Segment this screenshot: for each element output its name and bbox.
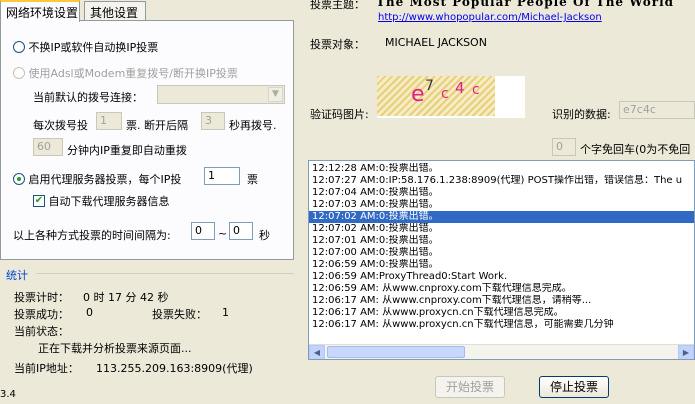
dial-every-prefix: 每次拨号投 xyxy=(33,119,88,132)
log-lines: 12:12:28 AM:0:投票出错。 12:07:27 AM:0:IP:58.… xyxy=(309,161,694,331)
auto-download-label: 自动下载代理服务器信息 xyxy=(48,195,170,208)
scroll-left-icon[interactable]: ◀ xyxy=(309,345,325,359)
log-line[interactable]: 12:07:04 AM:0:投票出错。 xyxy=(309,187,694,199)
recognized-label: 识别的数据: xyxy=(552,108,611,121)
log-line[interactable]: 12:06:59 AM: 从www.cnproxy.com下载代理信息完成。 xyxy=(309,283,694,295)
log-list[interactable]: 12:12:28 AM:0:投票出错。 12:07:27 AM:0:IP:58.… xyxy=(308,160,695,360)
log-line[interactable]: 12:12:28 AM:0:投票出错。 xyxy=(309,163,694,175)
vote-url-link[interactable]: http://www.whopopular.com/Michael-Jackso… xyxy=(378,12,602,23)
recognized-input[interactable]: e7c4c xyxy=(619,101,695,119)
captcha-char: 4 xyxy=(455,79,465,97)
dial-connection-select[interactable]: ▼ xyxy=(157,85,285,104)
radio-no-change-ip[interactable] xyxy=(13,41,25,53)
start-vote-button[interactable]: 开始投票 xyxy=(435,376,505,398)
log-line[interactable]: 12:07:00 AM:0:投票出错。 xyxy=(309,247,694,259)
log-horizontal-scrollbar[interactable]: ◀ ▶ xyxy=(309,344,694,359)
stats-status-value: 正在下载并分析投票来源页面... xyxy=(38,342,192,355)
captcha-char: e xyxy=(411,82,425,107)
captcha-char: 7 xyxy=(425,78,434,94)
captcha-char: c xyxy=(472,82,480,98)
dial-wait-suffix: 秒再拨号. xyxy=(229,119,277,132)
proxy-votes-input[interactable]: 1 xyxy=(204,167,240,185)
scrollbar-thumb[interactable] xyxy=(327,346,465,358)
stats-divider xyxy=(36,273,294,274)
captcha-image: e 7 c 4 c xyxy=(377,76,525,118)
stats-success-label: 投票成功： xyxy=(14,308,69,321)
captcha-label: 验证码图片: xyxy=(310,108,369,121)
interval-tilde: ~ xyxy=(218,227,228,240)
chevron-down-icon[interactable]: ▼ xyxy=(268,87,283,102)
repeat-suffix: 分钟内IP重复即自动重拨 xyxy=(67,144,187,157)
stats-fail-label: 投票失败： xyxy=(152,308,207,321)
nocaptcha-label: 个字免回车(0为不免回 xyxy=(580,143,691,156)
stats-ip-value: 113.255.209.163:8909(代理) xyxy=(96,362,253,375)
version-label: 3.4 xyxy=(0,389,16,400)
log-line[interactable]: 12:07:01 AM:0:投票出错。 xyxy=(309,235,694,247)
option-no-change-ip-label: 不换IP或软件自动换IP投票 xyxy=(28,41,159,54)
vote-subject-label: 投票主题： xyxy=(310,0,365,11)
dial-every-votes-input[interactable]: 1 xyxy=(96,112,122,130)
option-adsl-redial-label: 使用Adsl或Modem重复拨号/断开换IP投票 xyxy=(28,67,238,80)
log-line[interactable]: 12:07:02 AM:0:投票出错。 xyxy=(309,223,694,235)
interval-min-input[interactable]: 0 xyxy=(191,222,215,240)
vote-subject-value: The Most Popular People Of The World xyxy=(376,0,675,9)
auto-download-option[interactable]: ✔ 自动下载代理服务器信息 xyxy=(33,193,170,209)
stats-success-value: 0 xyxy=(86,306,93,319)
log-line[interactable]: 12:06:17 AM: 从www.proxycn.cn下载代理信息完成。 xyxy=(309,307,694,319)
interval-unit: 秒 xyxy=(259,229,270,242)
scroll-right-icon[interactable]: ▶ xyxy=(678,345,694,359)
nocaptcha-count-input[interactable]: 0 xyxy=(552,138,576,156)
dial-every-mid: 票. 断开后隔 xyxy=(126,119,188,132)
log-line[interactable]: 12:06:59 AM:0:投票出错。 xyxy=(309,259,694,271)
tab-other-settings[interactable]: 其他设置 xyxy=(84,1,146,21)
check-icon[interactable]: ✔ xyxy=(33,195,45,207)
log-line[interactable]: 12:06:17 AM: 从www.cnproxy.com下载代理信息，请稍等.… xyxy=(309,295,694,307)
proxy-votes-suffix: 票 xyxy=(247,173,258,186)
vote-target-label: 投票对象： xyxy=(310,38,365,51)
log-line-selected[interactable]: 12:07:02 AM:0:投票出错。 xyxy=(309,211,694,223)
interval-label: 以上各种方式投票的时间间隔为: xyxy=(13,229,171,242)
stats-title: 统计 xyxy=(6,269,28,282)
log-line[interactable]: 12:07:03 AM:0:投票出错。 xyxy=(309,199,694,211)
network-settings-panel: 不换IP或软件自动换IP投票 使用Adsl或Modem重复拨号/断开换IP投票 … xyxy=(0,20,294,260)
stop-vote-button[interactable]: 停止投票 xyxy=(539,376,609,398)
option-proxy-label: 启用代理服务器投票，每个IP投 xyxy=(28,173,182,186)
radio-adsl-redial[interactable] xyxy=(13,67,25,79)
vote-target-value: MICHAEL JACKSON xyxy=(385,36,487,49)
stats-timer-value: 0 时 17 分 42 秒 xyxy=(83,291,169,304)
stats-status-label: 当前状态： xyxy=(14,325,69,338)
tab-network-settings[interactable]: 网络环境设置 xyxy=(0,0,80,22)
stats-timer-label: 投票计时： xyxy=(14,291,69,304)
interval-max-input[interactable]: 0 xyxy=(229,222,253,240)
option-proxy[interactable]: 启用代理服务器投票，每个IP投 xyxy=(13,171,181,187)
radio-proxy[interactable] xyxy=(13,173,25,185)
repeat-minutes-input[interactable]: 60 xyxy=(33,138,63,156)
log-line[interactable]: 12:06:59 AM:ProxyThread0:Start Work. xyxy=(309,271,694,283)
log-line[interactable]: 12:07:27 AM:0:IP:58.176.1.238:8909(代理) P… xyxy=(309,175,694,187)
stats-ip-label: 当前IP地址： xyxy=(14,362,79,375)
log-line[interactable]: 12:06:17 AM: 从www.proxycn.cn下载代理信息，可能需要几… xyxy=(309,319,694,331)
option-no-change-ip[interactable]: 不换IP或软件自动换IP投票 xyxy=(13,39,158,55)
captcha-char: c xyxy=(441,86,449,102)
option-adsl-redial[interactable]: 使用Adsl或Modem重复拨号/断开换IP投票 xyxy=(13,65,238,81)
dial-wait-seconds-input[interactable]: 3 xyxy=(201,112,225,130)
stats-fail-value: 1 xyxy=(222,306,229,319)
dial-connection-label: 当前默认的拨号连接： xyxy=(33,91,143,104)
